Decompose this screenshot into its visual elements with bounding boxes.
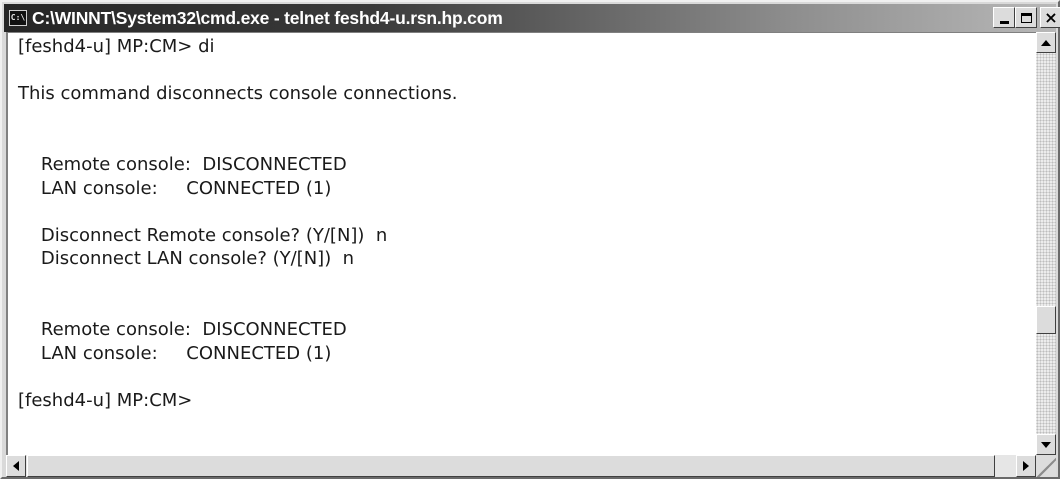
vertical-scroll-thumb[interactable] bbox=[1036, 306, 1056, 334]
console-line: Disconnect LAN console? (Y/[N]) n bbox=[18, 248, 355, 270]
minimize-icon bbox=[999, 20, 1009, 24]
close-button[interactable]: × bbox=[1040, 7, 1060, 28]
vertical-scrollbar[interactable] bbox=[1036, 32, 1056, 455]
scroll-left-button[interactable] bbox=[6, 455, 26, 477]
console-line: Remote console: DISCONNECTED bbox=[18, 319, 347, 341]
console-line: [feshd4-u] MP:CM> bbox=[18, 389, 193, 411]
arrow-right-icon bbox=[1023, 461, 1029, 471]
minimize-button[interactable] bbox=[993, 7, 1015, 28]
console-line: LAN console: CONNECTED (1) bbox=[18, 177, 332, 199]
title-bar[interactable]: C:\ C:\WINNT\System32\cmd.exe - telnet f… bbox=[4, 4, 1060, 32]
console-line: LAN console: CONNECTED (1) bbox=[18, 342, 332, 364]
console-line: Disconnect Remote console? (Y/[N]) n bbox=[18, 224, 388, 246]
resize-grip[interactable] bbox=[1036, 455, 1056, 477]
grip-line bbox=[1036, 466, 1049, 477]
scroll-up-button[interactable] bbox=[1036, 32, 1056, 53]
window-controls: × bbox=[993, 7, 1060, 28]
console-lines: [feshd4-u] MP:CM> di This command disconn… bbox=[18, 35, 458, 455]
scroll-down-button[interactable] bbox=[1036, 434, 1056, 455]
arrow-up-icon bbox=[1041, 39, 1051, 46]
console-window: C:\ C:\WINNT\System32\cmd.exe - telnet f… bbox=[0, 0, 1060, 479]
maximize-icon bbox=[1020, 12, 1032, 23]
console-line: [feshd4-u] MP:CM> di bbox=[18, 36, 215, 57]
close-icon: × bbox=[1044, 7, 1058, 27]
console-app-icon[interactable]: C:\ bbox=[9, 10, 27, 26]
scroll-right-button[interactable] bbox=[1016, 455, 1036, 477]
window-title: C:\WINNT\System32\cmd.exe - telnet feshd… bbox=[32, 7, 503, 28]
console-line: This command disconnects console connect… bbox=[18, 83, 458, 105]
arrow-left-icon bbox=[13, 461, 19, 471]
horizontal-scroll-thumb[interactable] bbox=[27, 455, 995, 477]
horizontal-scrollbar[interactable] bbox=[6, 455, 1036, 477]
maximize-button[interactable] bbox=[1015, 7, 1037, 28]
console-line: Remote console: DISCONNECTED bbox=[18, 153, 347, 175]
arrow-down-icon bbox=[1041, 441, 1051, 448]
console-output[interactable]: [feshd4-u] MP:CM> di This command disconn… bbox=[6, 32, 1036, 455]
